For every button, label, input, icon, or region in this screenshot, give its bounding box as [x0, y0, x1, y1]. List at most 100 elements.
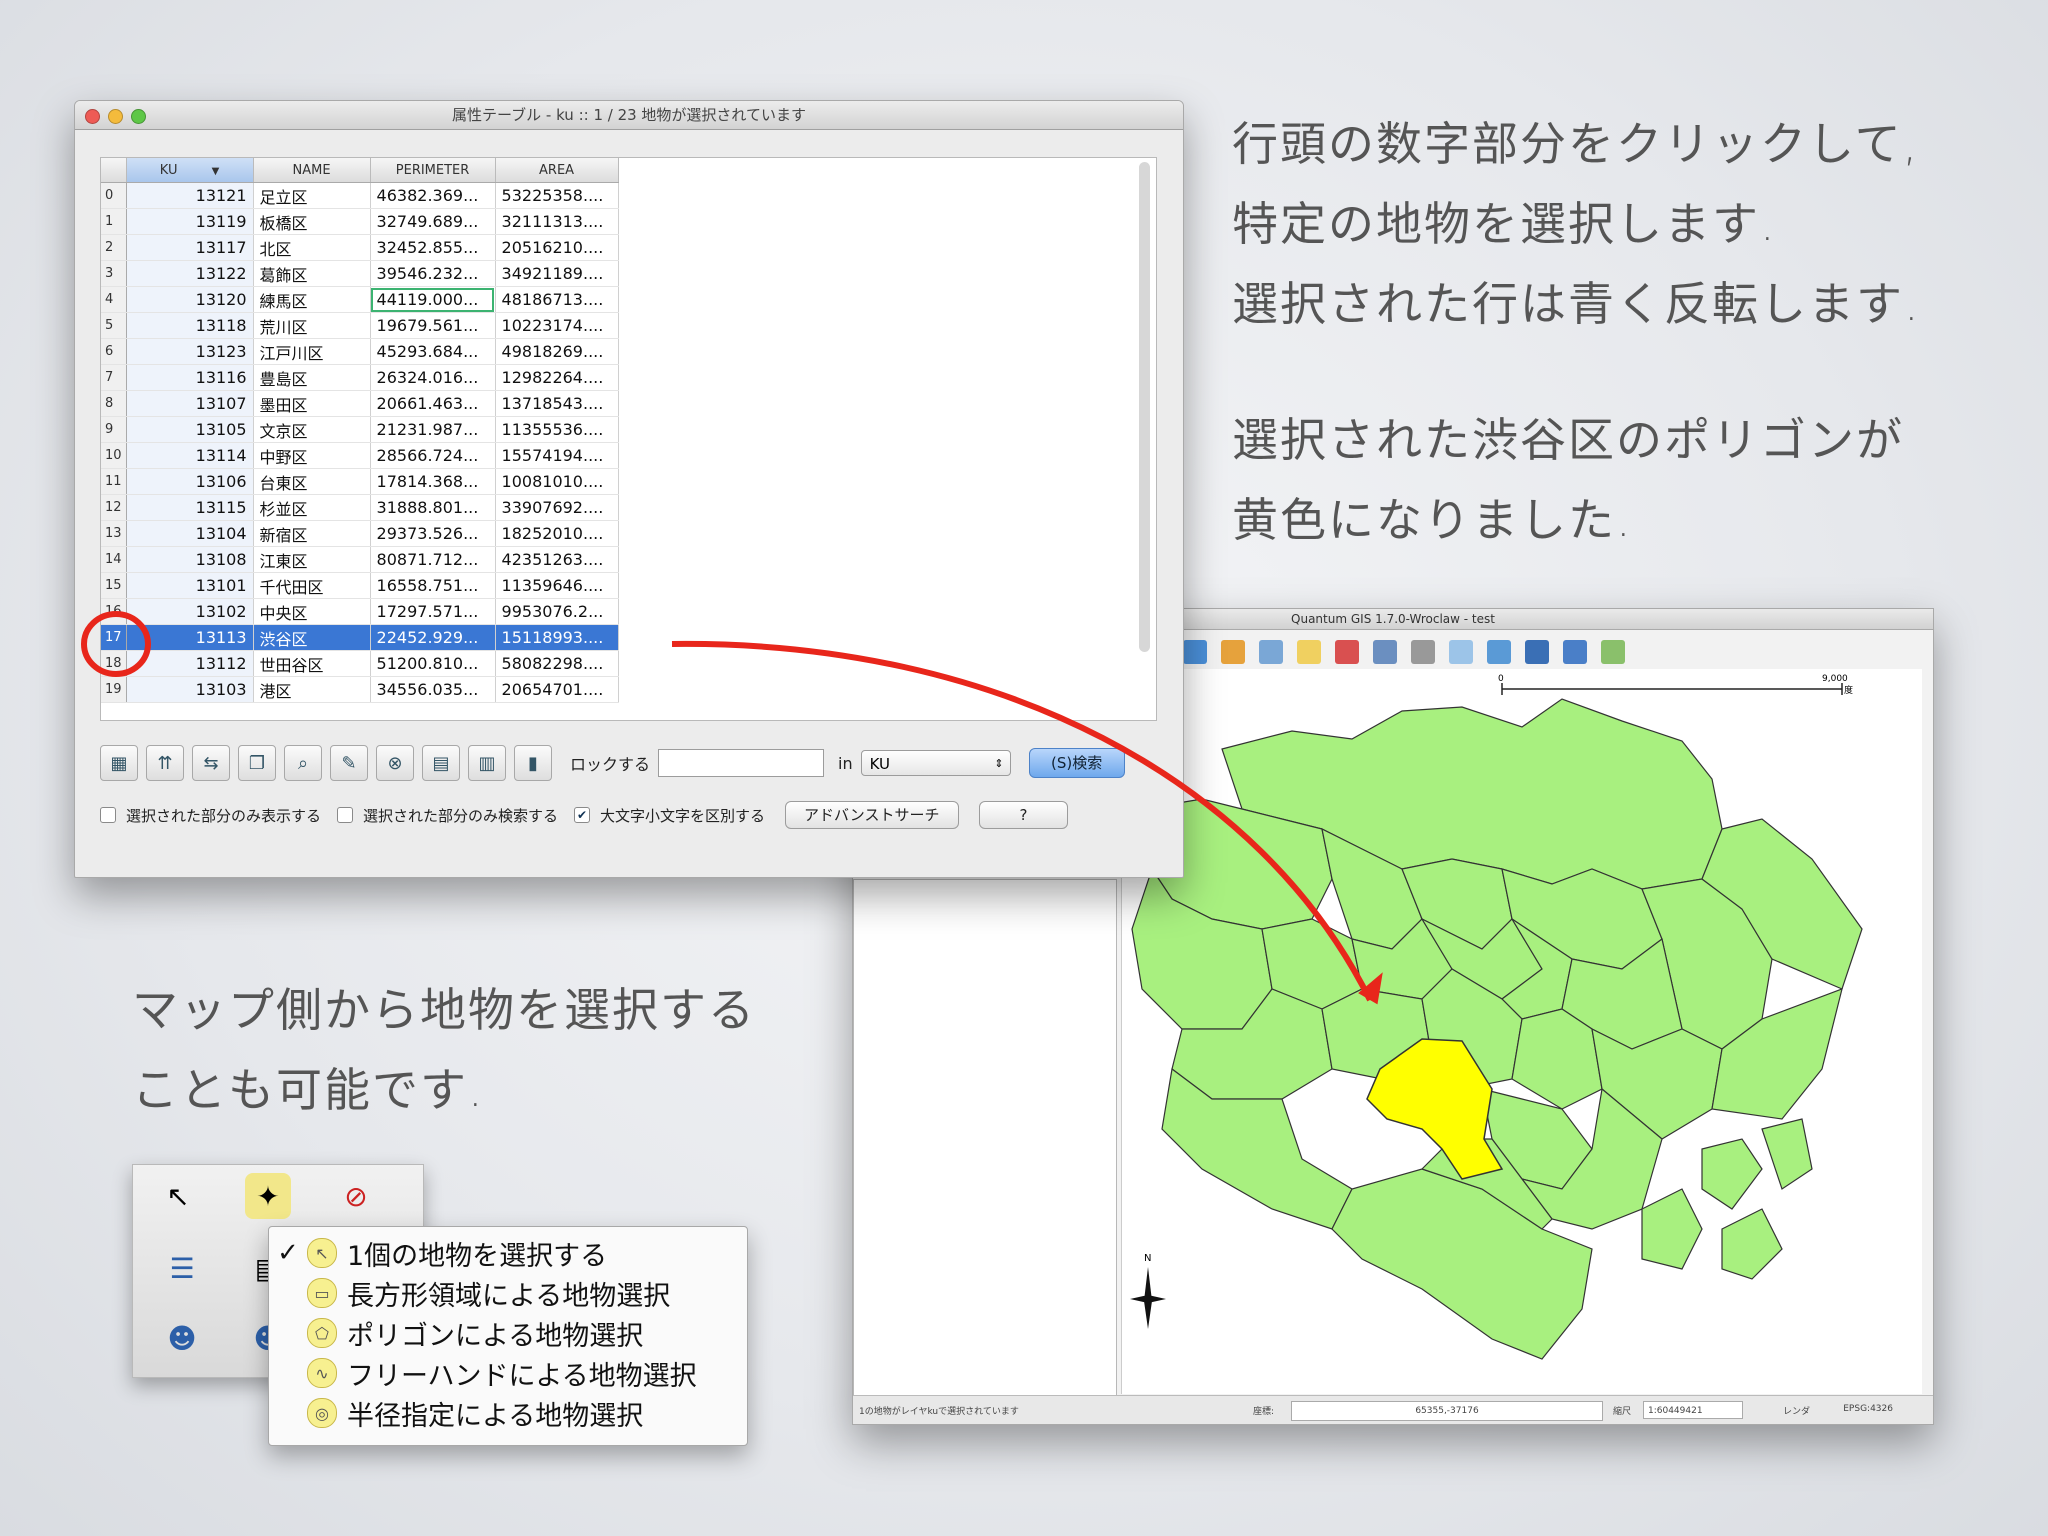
cell-area[interactable]: 48186713....: [495, 286, 619, 313]
cell-ku[interactable]: 13113: [126, 624, 254, 651]
table-row[interactable]: 17 13113 渋谷区 22452.929... 15118993....: [101, 624, 619, 651]
measure-icon[interactable]: [1487, 640, 1511, 664]
cell-ku[interactable]: 13102: [126, 598, 254, 625]
cell-ku[interactable]: 13114: [126, 442, 254, 469]
remove-selection-icon[interactable]: ▦: [100, 745, 138, 781]
table-row[interactable]: 7 13116 豊島区 26324.016... 12982264....: [101, 364, 619, 391]
cell-ku[interactable]: 13115: [126, 494, 254, 521]
show-selected-checkbox[interactable]: [100, 807, 116, 823]
cell-name[interactable]: 世田谷区: [253, 650, 371, 677]
cell-ku[interactable]: 13118: [126, 312, 254, 339]
column-header-name[interactable]: NAME: [253, 158, 371, 183]
map-canvas[interactable]: 0 9,000 度 N: [1121, 669, 1922, 1394]
case-sensitive-checkbox[interactable]: ✔: [574, 807, 591, 823]
menu-item-select-polygon[interactable]: ⬠ ポリゴンによる地物選択: [269, 1313, 747, 1353]
invert-selection-icon[interactable]: ⇆: [192, 745, 230, 781]
table-row[interactable]: 18 13112 世田谷区 51200.810... 58082298....: [101, 650, 619, 677]
cell-area[interactable]: 20654701....: [495, 676, 619, 703]
cell-ku[interactable]: 13108: [126, 546, 254, 573]
cell-name[interactable]: 文京区: [253, 416, 371, 443]
cell-ku[interactable]: 13101: [126, 572, 254, 599]
cell-area[interactable]: 49818269....: [495, 338, 619, 365]
search-input[interactable]: [658, 749, 825, 777]
help-button[interactable]: ?: [978, 801, 1069, 829]
cell-perimeter[interactable]: 20661.463...: [370, 390, 496, 417]
cell-ku[interactable]: 13120: [126, 286, 254, 313]
cell-area[interactable]: 20516210....: [495, 234, 619, 261]
cell-name[interactable]: 杉並区: [253, 494, 371, 521]
pan-tool-icon[interactable]: [1297, 640, 1321, 664]
scale-field[interactable]: 1:60449421: [1643, 1401, 1743, 1419]
cell-perimeter[interactable]: 34556.035...: [370, 676, 496, 703]
table-row[interactable]: 0 13121 足立区 46382.369... 53225358....: [101, 182, 619, 209]
cell-name[interactable]: 荒川区: [253, 312, 371, 339]
cell-name[interactable]: 中野区: [253, 442, 371, 469]
row-number[interactable]: 3: [101, 260, 127, 287]
render-checkbox-label[interactable]: レンダ: [1783, 1404, 1810, 1417]
cell-area[interactable]: 15574194....: [495, 442, 619, 469]
select-feature-icon[interactable]: [1449, 640, 1473, 664]
save-icon[interactable]: [1525, 640, 1549, 664]
minimize-icon[interactable]: [108, 109, 123, 124]
move-selection-top-icon[interactable]: ⇈: [146, 745, 184, 781]
table-row[interactable]: 12 13115 杉並区 31888.801... 33907692....: [101, 494, 619, 521]
cell-name[interactable]: 板橋区: [253, 208, 371, 235]
cell-perimeter[interactable]: 32452.855...: [370, 234, 496, 261]
zoom-tool-icon[interactable]: [1259, 640, 1283, 664]
advanced-search-button[interactable]: アドバンストサーチ: [785, 801, 959, 829]
cell-ku[interactable]: 13121: [126, 182, 254, 209]
column-header-area[interactable]: AREA: [495, 158, 619, 183]
cell-ku[interactable]: 13107: [126, 390, 254, 417]
cell-ku[interactable]: 13116: [126, 364, 254, 391]
table-row[interactable]: 16 13102 中央区 17297.571... 9953076.2...: [101, 598, 619, 625]
cell-area[interactable]: 42351263....: [495, 546, 619, 573]
cell-ku[interactable]: 13123: [126, 338, 254, 365]
cell-area[interactable]: 9953076.2...: [495, 598, 619, 625]
table-row[interactable]: 13 13104 新宿区 29373.526... 18252010....: [101, 520, 619, 547]
table-row[interactable]: 4 13120 練馬区 44119.000... 48186713....: [101, 286, 619, 313]
menu-item-select-single[interactable]: ✓ ↖ 1個の地物を選択する: [269, 1233, 747, 1273]
people-icon[interactable]: ☻: [159, 1315, 205, 1361]
row-number[interactable]: 14: [101, 546, 127, 573]
field-select[interactable]: KU ⇕: [860, 750, 1011, 776]
row-number[interactable]: 18: [101, 650, 127, 677]
cell-area[interactable]: 33907692....: [495, 494, 619, 521]
cell-name[interactable]: 墨田区: [253, 390, 371, 417]
cell-perimeter[interactable]: 29373.526...: [370, 520, 496, 547]
table-row[interactable]: 15 13101 千代田区 16558.751... 11359646....: [101, 572, 619, 599]
cell-perimeter[interactable]: 16558.751...: [370, 572, 496, 599]
cell-name[interactable]: 江東区: [253, 546, 371, 573]
row-number[interactable]: 19: [101, 676, 127, 703]
menu-item-select-freehand[interactable]: ∿ フリーハンドによる地物選択: [269, 1353, 747, 1393]
row-number[interactable]: 13: [101, 520, 127, 547]
column-header-perimeter[interactable]: PERIMETER: [370, 158, 496, 183]
delete-column-icon[interactable]: ▥: [468, 745, 506, 781]
cell-perimeter[interactable]: 31888.801...: [370, 494, 496, 521]
copy-rows-icon[interactable]: ❐: [238, 745, 276, 781]
table-row[interactable]: 9 13105 文京区 21231.987... 11355536....: [101, 416, 619, 443]
cell-name[interactable]: 北区: [253, 234, 371, 261]
cell-perimeter[interactable]: 19679.561...: [370, 312, 496, 339]
undo-icon[interactable]: [1411, 640, 1435, 664]
corner-header[interactable]: [101, 158, 127, 183]
cell-perimeter[interactable]: 39546.232...: [370, 260, 496, 287]
menu-item-select-radius[interactable]: ◎ 半径指定による地物選択: [269, 1393, 747, 1433]
identify-icon[interactable]: [1335, 640, 1359, 664]
table-row[interactable]: 11 13106 台東区 17814.368... 10081010....: [101, 468, 619, 495]
row-number[interactable]: 7: [101, 364, 127, 391]
cell-area[interactable]: 58082298....: [495, 650, 619, 677]
cell-perimeter[interactable]: 51200.810...: [370, 650, 496, 677]
new-column-icon[interactable]: ▤: [422, 745, 460, 781]
row-number[interactable]: 4: [101, 286, 127, 313]
cell-ku[interactable]: 13103: [126, 676, 254, 703]
row-number[interactable]: 16: [101, 598, 127, 625]
table-row[interactable]: 10 13114 中野区 28566.724... 15574194....: [101, 442, 619, 469]
cell-area[interactable]: 32111313....: [495, 208, 619, 235]
vertical-scrollbar[interactable]: [1139, 162, 1150, 652]
table-row[interactable]: 8 13107 墨田区 20661.463... 13718543....: [101, 390, 619, 417]
cell-perimeter[interactable]: 17814.368...: [370, 468, 496, 495]
delete-features-icon[interactable]: ⊗: [376, 745, 414, 781]
deselect-features-icon[interactable]: ⊘: [333, 1173, 379, 1219]
row-number[interactable]: 8: [101, 390, 127, 417]
row-number[interactable]: 6: [101, 338, 127, 365]
